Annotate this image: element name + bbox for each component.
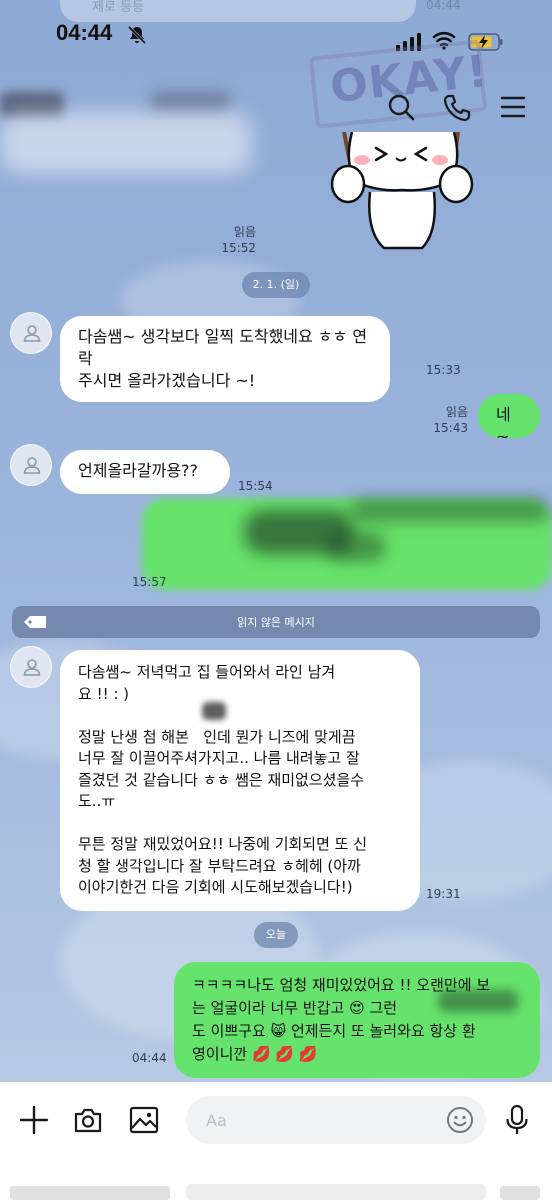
message-bubble[interactable]: ㅋㅋㅋㅋ나도 엄청 재미있었어요 !! 오랜만에 보 는 얼굴이라 너무 반갑고… (174, 962, 540, 1078)
redacted-header-area (0, 112, 252, 174)
bell-muted-icon (127, 25, 147, 45)
redacted-word (202, 702, 226, 720)
message-input[interactable] (186, 1096, 486, 1144)
message-time: 15:54 (238, 479, 273, 493)
microphone-icon[interactable] (504, 1104, 530, 1136)
message-time: 04:44 (132, 1051, 167, 1065)
redacted-word (438, 990, 518, 1012)
status-time: 04:44 (56, 20, 113, 45)
avatar[interactable] (10, 312, 52, 354)
date-separator: 2. 1. (일) (242, 272, 310, 298)
read-receipt: 읽음 (445, 405, 468, 419)
avatar[interactable] (10, 646, 52, 688)
read-receipt: 읽음 (233, 225, 256, 239)
search-icon[interactable] (386, 92, 416, 122)
message-time: 19:31 (426, 887, 461, 901)
keyboard-ghost-row (10, 1184, 540, 1200)
user-icon (23, 659, 41, 676)
message-bubble[interactable]: 다솜쌤~ 생각보다 일찍 도착했네요 ㅎㅎ 연락 주시면 올라가겠습니다 ~! (60, 316, 390, 402)
user-icon (23, 457, 41, 474)
redacted-contact-info (150, 92, 230, 112)
message-time: 15:33 (426, 363, 461, 377)
okay-sticker[interactable] (326, 132, 478, 252)
user-icon (23, 325, 41, 342)
message-bubble[interactable]: 언제올라갈까용?? (60, 450, 230, 494)
avatar[interactable] (10, 444, 52, 486)
emoji-icon[interactable] (446, 1106, 474, 1134)
plus-icon[interactable] (18, 1104, 50, 1136)
date-separator: 오늘 (254, 922, 298, 948)
message-bubble[interactable]: 네~ (478, 394, 540, 446)
redacted-content (350, 498, 550, 522)
message-time: 15:57 (132, 575, 167, 589)
menu-icon[interactable] (500, 95, 526, 119)
message-time: 15:43 (433, 421, 468, 435)
message-bubble[interactable]: 다솜쌤~ 저녁먹고 집 들어와서 라인 남겨 요 !! : ) 정말 난생 첨 … (60, 650, 420, 911)
gallery-icon[interactable] (128, 1104, 160, 1136)
redacted-content (326, 532, 386, 562)
camera-icon[interactable] (72, 1104, 104, 1136)
message-time: 15:52 (221, 241, 256, 255)
unread-divider-text: 읽지 않은 메시지 (237, 616, 315, 629)
phone-icon[interactable] (442, 93, 472, 123)
unread-divider: 읽지 않은 메시지 (12, 606, 540, 638)
